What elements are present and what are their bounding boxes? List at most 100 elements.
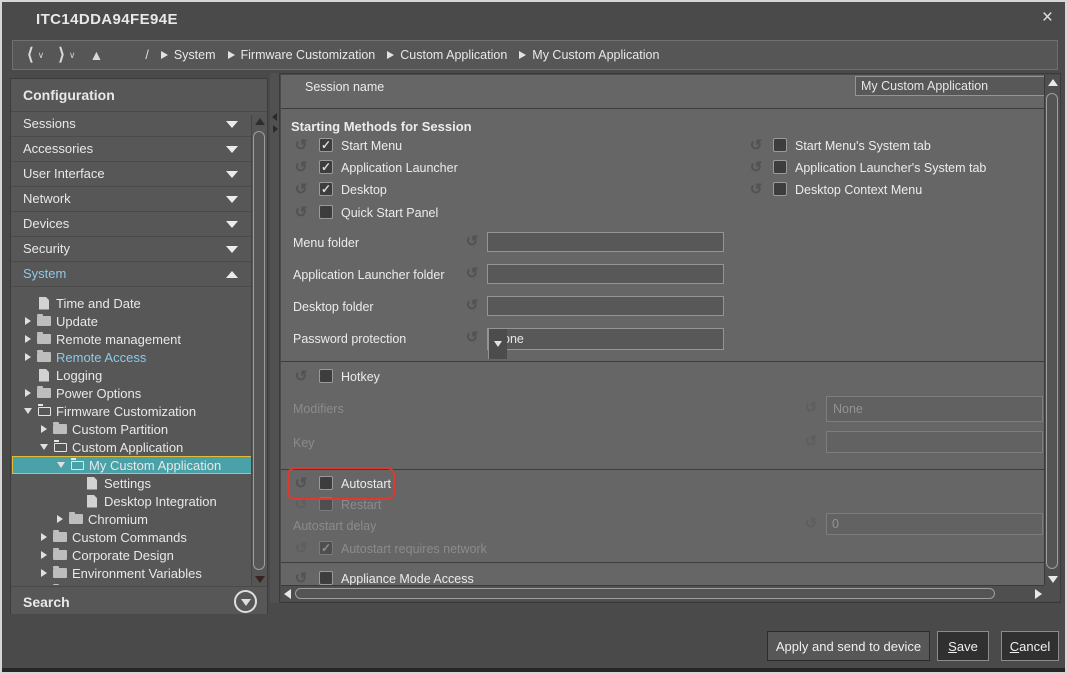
- tree-item-custom-partition[interactable]: Custom Partition: [12, 420, 253, 438]
- scroll-down-icon[interactable]: [1048, 576, 1058, 583]
- expand-arrow-icon[interactable]: [36, 551, 52, 559]
- tree-item-firmware-customization[interactable]: Firmware Customization: [12, 402, 253, 420]
- reset-icon[interactable]: ↺: [748, 160, 764, 176]
- tree-item-logging[interactable]: Logging: [12, 366, 253, 384]
- application-launcher-folder-input[interactable]: [487, 264, 724, 284]
- collapse-right-icon[interactable]: [273, 125, 278, 133]
- application-launcher-checkbox[interactable]: ✓: [319, 160, 333, 174]
- collapse-arrow-icon[interactable]: [36, 444, 52, 450]
- reset-icon[interactable]: ↺: [748, 138, 764, 154]
- reset-icon[interactable]: ↺: [464, 330, 480, 346]
- sidebar-scrollbar[interactable]: [251, 115, 267, 586]
- start-menu-label: Start Menu: [341, 139, 402, 153]
- chevron-down-icon: [226, 196, 238, 203]
- start-menu-checkbox[interactable]: ✓: [319, 138, 333, 152]
- expand-arrow-icon[interactable]: [36, 533, 52, 541]
- tree-item-custom-commands[interactable]: Custom Commands: [12, 528, 253, 546]
- sidebar-item-system[interactable]: System: [11, 262, 252, 287]
- scrollbar-thumb[interactable]: [253, 131, 265, 570]
- tree-item-corporate-design[interactable]: Corporate Design: [12, 546, 253, 564]
- up-button[interactable]: ▲: [89, 47, 103, 63]
- tree-item-update[interactable]: Update: [12, 312, 253, 330]
- reset-icon[interactable]: ↺: [464, 266, 480, 282]
- session-name-input[interactable]: [855, 76, 1045, 96]
- expand-arrow-icon[interactable]: [36, 425, 52, 433]
- back-button[interactable]: ⟨: [27, 47, 34, 63]
- sidebar-item-sessions[interactable]: Sessions: [11, 112, 252, 137]
- reset-icon[interactable]: ↺: [293, 369, 309, 385]
- desktop-checkbox[interactable]: ✓: [319, 182, 333, 196]
- desktop-context-menu-checkbox[interactable]: [773, 182, 787, 196]
- sidebar-item-devices[interactable]: Devices: [11, 212, 252, 237]
- start-menu-system-tab-label: Start Menu's System tab: [795, 139, 931, 153]
- appliance-mode-access-checkbox[interactable]: [319, 571, 333, 585]
- save-button[interactable]: Save: [937, 631, 989, 661]
- quick-start-panel-checkbox[interactable]: [319, 205, 333, 219]
- reset-icon[interactable]: ↺: [293, 160, 309, 176]
- scroll-up-icon[interactable]: [255, 118, 265, 125]
- expand-arrow-icon[interactable]: [52, 515, 68, 523]
- start-menu-system-tab-checkbox[interactable]: [773, 138, 787, 152]
- breadcrumb-item-firmware-customization[interactable]: Firmware Customization: [228, 48, 376, 62]
- tree-item-remote-access[interactable]: Remote Access: [12, 348, 253, 366]
- reset-icon[interactable]: ↺: [293, 205, 309, 221]
- expand-arrow-icon[interactable]: [20, 353, 36, 361]
- close-icon[interactable]: ×: [1042, 8, 1053, 28]
- menu-folder-input[interactable]: [487, 232, 724, 252]
- expand-arrow-icon[interactable]: [36, 569, 52, 577]
- tree-item-power-options[interactable]: Power Options: [12, 384, 253, 402]
- sidebar-item-user-interface[interactable]: User Interface: [11, 162, 252, 187]
- scroll-left-icon[interactable]: [284, 589, 291, 599]
- scrollbar-thumb[interactable]: [1046, 93, 1058, 569]
- scroll-down-icon[interactable]: [255, 576, 265, 583]
- reset-icon[interactable]: ↺: [293, 138, 309, 154]
- tree-item-remote-management[interactable]: Remote management: [12, 330, 253, 348]
- breadcrumb-item-my-custom-application[interactable]: My Custom Application: [519, 48, 659, 62]
- tree-item-environment-variables[interactable]: Environment Variables: [12, 564, 253, 582]
- cancel-button[interactable]: Cancel: [1001, 631, 1059, 661]
- main-vertical-scrollbar[interactable]: [1044, 75, 1060, 587]
- expand-arrow-icon[interactable]: [20, 389, 36, 397]
- apply-and-send-button[interactable]: Apply and send to device: [767, 631, 930, 661]
- tree-item-settings[interactable]: Settings: [12, 474, 253, 492]
- collapse-arrow-icon[interactable]: [53, 462, 69, 468]
- reset-icon[interactable]: ↺: [293, 182, 309, 198]
- desktop-folder-input[interactable]: [487, 296, 724, 316]
- tree-item-my-custom-application-selected[interactable]: My Custom Application: [12, 456, 253, 474]
- autostart-requires-network-label: Autostart requires network: [341, 542, 487, 556]
- collapse-arrow-icon[interactable]: [20, 408, 36, 414]
- tree-item-time-and-date[interactable]: Time and Date: [12, 294, 253, 312]
- forward-dropdown-icon[interactable]: ∨: [69, 50, 76, 61]
- search-expand-button[interactable]: [234, 590, 257, 613]
- scroll-right-icon[interactable]: [1035, 589, 1042, 599]
- tree-item-clipped[interactable]: [12, 582, 253, 585]
- reset-icon[interactable]: ↺: [748, 182, 764, 198]
- expand-arrow-icon[interactable]: [20, 335, 36, 343]
- password-protection-select[interactable]: None: [487, 328, 724, 350]
- sidebar-item-network[interactable]: Network: [11, 187, 252, 212]
- reset-icon[interactable]: ↺: [464, 234, 480, 250]
- breadcrumb-item-system[interactable]: System: [161, 48, 216, 62]
- dropdown-button[interactable]: [488, 329, 507, 359]
- modifiers-value: None: [827, 402, 1042, 416]
- sidebar-item-security[interactable]: Security: [11, 237, 252, 262]
- application-launcher-system-tab-checkbox[interactable]: [773, 160, 787, 174]
- search-section[interactable]: Search: [11, 586, 267, 616]
- expand-arrow-icon[interactable]: [20, 317, 36, 325]
- reset-icon: ↺: [293, 541, 309, 557]
- breadcrumb-root[interactable]: /: [145, 48, 148, 62]
- tree-item-chromium[interactable]: Chromium: [12, 510, 253, 528]
- breadcrumb-item-custom-application[interactable]: Custom Application: [387, 48, 507, 62]
- scroll-up-icon[interactable]: [1048, 79, 1058, 86]
- sidebar-item-accessories[interactable]: Accessories: [11, 137, 252, 162]
- tree-item-desktop-integration[interactable]: Desktop Integration: [12, 492, 253, 510]
- reset-icon[interactable]: ↺: [464, 298, 480, 314]
- scrollbar-thumb[interactable]: [295, 588, 995, 599]
- collapse-left-icon[interactable]: [272, 113, 277, 121]
- back-dropdown-icon[interactable]: ∨: [38, 50, 45, 61]
- hotkey-checkbox[interactable]: [319, 369, 333, 383]
- tree-item-custom-application[interactable]: Custom Application: [12, 438, 253, 456]
- forward-button[interactable]: ⟩: [58, 47, 65, 63]
- main-horizontal-scrollbar[interactable]: [281, 585, 1045, 601]
- footer-bar: Apply and send to device Save Cancel: [2, 614, 1065, 668]
